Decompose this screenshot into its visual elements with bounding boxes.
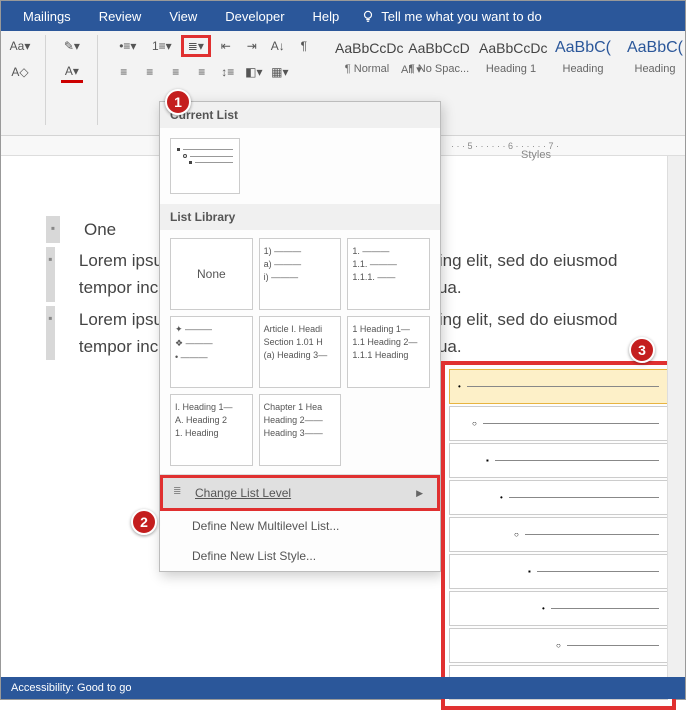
style-heading2[interactable]: AaBbC( Heading [547, 35, 619, 77]
list-level-5[interactable]: ○ [449, 517, 668, 552]
list-level-8[interactable]: ○ [449, 628, 668, 663]
lightbulb-icon [361, 9, 375, 23]
numbering-button[interactable]: 1≡▾ [147, 35, 177, 57]
decrease-indent-button[interactable]: ⇤ [215, 35, 237, 57]
multilevel-list-panel: Current List List Library None 1) ——— a)… [159, 101, 441, 572]
ribbon-tabs: Mailings Review View Developer Help Tell… [1, 1, 685, 31]
tab-developer[interactable]: Developer [211, 1, 298, 31]
tab-mailings[interactable]: Mailings [9, 1, 85, 31]
change-level-icon: ≣ [173, 486, 187, 500]
list-level-1[interactable]: • [449, 369, 668, 404]
bullet-icon [177, 148, 180, 151]
multilevel-list-button[interactable]: ≣▾ [181, 35, 211, 57]
accessibility-status[interactable]: Accessibility: Good to go [11, 682, 131, 694]
font-color-button[interactable]: A▾ [61, 61, 83, 83]
callout-2: 2 [131, 509, 157, 535]
clear-formatting-button[interactable]: A◇ [9, 61, 31, 83]
align-center-button[interactable]: ≡ [139, 61, 161, 83]
list-library-item[interactable]: I. Heading 1— A. Heading 2 1. Heading [170, 394, 253, 466]
list-library-item[interactable]: ✦ ——— ❖ ——— • ——— [170, 316, 253, 388]
align-right-button[interactable]: ≡ [165, 61, 187, 83]
list-library-item[interactable]: Article I. Headi Section 1.01 H (a) Head… [259, 316, 342, 388]
tell-me-search[interactable]: Tell me what you want to do [361, 9, 541, 24]
status-bar: Accessibility: Good to go [1, 677, 685, 699]
circle-bullet-icon [183, 154, 187, 158]
show-marks-button[interactable]: ¶ [293, 35, 315, 57]
styles-gallery: AaBbCcDc ¶ Normal AaBbCcD ¶ No Spac... A… [331, 35, 686, 77]
list-library-item[interactable]: 1) ——— a) ——— i) ——— [259, 238, 342, 310]
callout-3: 3 [629, 337, 655, 363]
multilevel-commands: ≣ Change List Level ▶ Define New Multile… [160, 474, 440, 571]
list-library-item[interactable]: Chapter 1 Hea Heading 2—— Heading 3—— [259, 394, 342, 466]
styles-group-label: Styles [521, 149, 551, 161]
borders-button[interactable]: ▦▾ [269, 61, 291, 83]
list-library-item[interactable]: 1. ——— 1.1. ——— 1.1.1. —— [347, 238, 430, 310]
callout-1: 1 [165, 89, 191, 115]
list-library-item[interactable]: 1 Heading 1— 1.1 Heading 2— 1.1.1 Headin… [347, 316, 430, 388]
list-level-2[interactable]: ○ [449, 406, 668, 441]
style-normal[interactable]: AaBbCcDc ¶ Normal [331, 35, 403, 77]
define-list-style-cmd[interactable]: Define New List Style... [160, 541, 440, 571]
list-level-7[interactable]: • [449, 591, 668, 626]
style-heading3[interactable]: AaBbC( Heading [619, 35, 686, 77]
list-library-grid: None 1) ——— a) ——— i) ——— 1. ——— 1.1. ——… [160, 230, 440, 474]
align-left-button[interactable]: ≡ [113, 61, 135, 83]
list-library-none[interactable]: None [170, 238, 253, 310]
styles-all-dropdown[interactable]: All ▾ [401, 63, 422, 76]
group-divider [45, 35, 46, 125]
vertical-scrollbar[interactable] [667, 156, 685, 677]
justify-button[interactable]: ≡ [191, 61, 213, 83]
shading-button[interactable]: ◧▾ [243, 61, 265, 83]
tab-help[interactable]: Help [299, 1, 354, 31]
sort-button[interactable]: A↓ [267, 35, 289, 57]
current-list-header: Current List [160, 102, 440, 128]
list-level-flyout: • ○ ▪ • ○ ▪ • ○ ▪ [441, 361, 676, 710]
bullets-button[interactable]: •≡▾ [113, 35, 143, 57]
group-divider [97, 35, 98, 125]
list-level-3[interactable]: ▪ [449, 443, 668, 478]
style-heading1[interactable]: AaBbCcDc Heading 1 [475, 35, 547, 77]
define-multilevel-cmd[interactable]: Define New Multilevel List... [160, 511, 440, 541]
list-library-header: List Library [160, 204, 440, 230]
increase-indent-button[interactable]: ⇥ [241, 35, 263, 57]
tab-review[interactable]: Review [85, 1, 156, 31]
tell-me-label: Tell me what you want to do [381, 9, 541, 24]
highlight-color-button[interactable]: ✎▾ [61, 35, 83, 57]
line-spacing-button[interactable]: ↕≡ [217, 61, 239, 83]
tab-view[interactable]: View [155, 1, 211, 31]
square-bullet-icon [189, 161, 192, 164]
list-level-4[interactable]: • [449, 480, 668, 515]
current-list-preview[interactable] [170, 138, 240, 194]
list-level-6[interactable]: ▪ [449, 554, 668, 589]
change-list-level-cmd[interactable]: ≣ Change List Level ▶ [160, 475, 440, 511]
submenu-arrow-icon: ▶ [416, 488, 423, 499]
change-case-button[interactable]: Aa▾ [9, 35, 31, 57]
